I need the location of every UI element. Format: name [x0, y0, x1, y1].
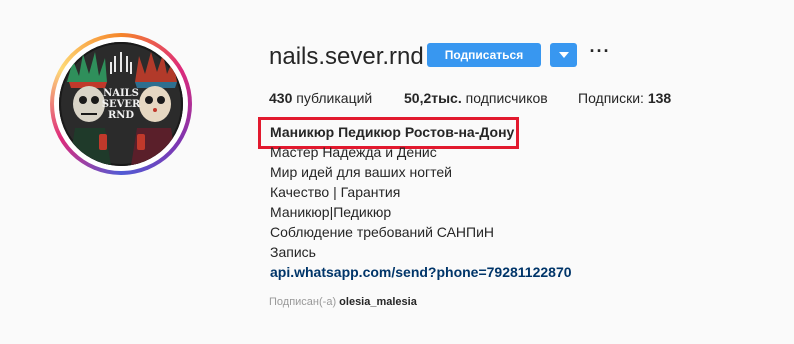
profile-bio: Маникюр Педикюр Ростов-на-Дону Мастер На…	[270, 122, 572, 282]
avatar-logo-line: SEVER	[101, 99, 141, 110]
bio-line: Маникюр|Педикюр	[270, 204, 392, 220]
bio-line: Качество | Гарантия	[270, 184, 401, 200]
avatar[interactable]: NAILS SEVER RND	[59, 42, 183, 166]
username: nails.sever.rnd	[269, 43, 424, 70]
following-label: Подписки:	[578, 90, 644, 106]
suggestions-dropdown-button[interactable]	[550, 43, 577, 67]
posts-label: публикаций	[296, 90, 373, 106]
chevron-down-icon	[559, 52, 569, 58]
bio-line: Мастер Надежда и Денис	[270, 144, 437, 160]
avatar-logo-text: NAILS SEVER RND	[97, 88, 145, 121]
following-stat[interactable]: Подписки: 138	[578, 89, 671, 107]
followers-count: 50,2тыс.	[404, 90, 462, 106]
bio-line: Мир идей для ваших ногтей	[270, 164, 452, 180]
followed-by-user-link[interactable]: olesia_malesia	[339, 296, 417, 308]
bio-website-link[interactable]: api.whatsapp.com/send?phone=79281122870	[270, 264, 572, 280]
followers-stat[interactable]: 50,2тыс. подписчиков	[404, 89, 548, 107]
avatar-logo-line: NAILS	[103, 88, 139, 99]
posts-count: 430	[269, 90, 293, 106]
followed-by-prefix: Подписан(-а)	[269, 296, 337, 308]
followed-by: Подписан(-а) olesia_malesia	[269, 296, 417, 308]
more-options-button[interactable]: ···	[588, 40, 612, 64]
followers-label: подписчиков	[465, 90, 548, 106]
bio-line: Запись	[270, 244, 316, 260]
following-count: 138	[647, 90, 672, 106]
avatar-ring[interactable]: NAILS SEVER RND	[50, 33, 192, 175]
avatar-ring-gap: NAILS SEVER RND	[54, 37, 188, 171]
full-name: Маникюр Педикюр Ростов-на-Дону	[270, 124, 515, 140]
follow-button[interactable]: Подписаться	[427, 43, 541, 67]
bio-line: Соблюдение требований САНПиН	[270, 224, 495, 240]
posts-stat: 430 публикаций	[269, 89, 372, 107]
avatar-logo-line: RND	[107, 110, 135, 121]
